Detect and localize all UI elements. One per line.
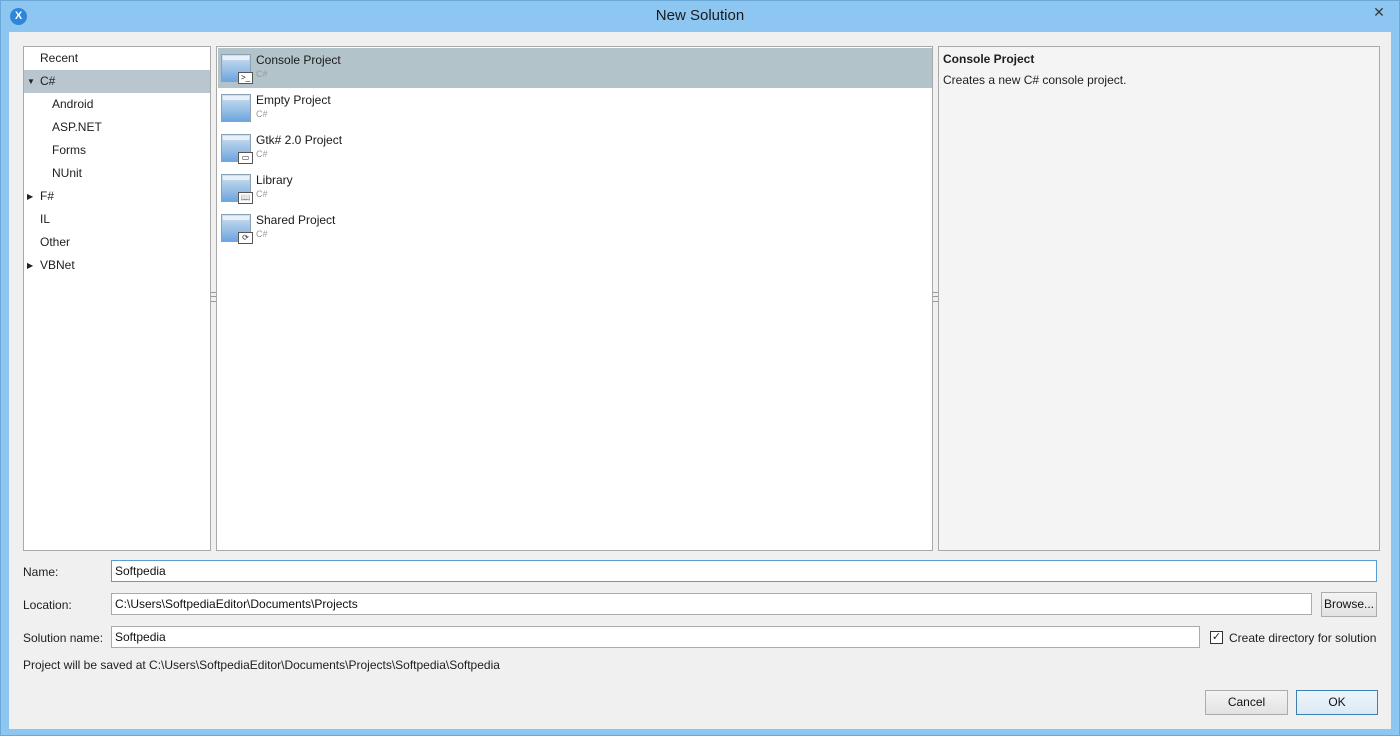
template-item[interactable]: Empty Project C# <box>218 88 932 128</box>
new-solution-window: X New Solution ✕ Recent ▼ C# Android ASP.NET… <box>0 0 1400 736</box>
location-field[interactable] <box>111 593 1312 615</box>
title-bar[interactable]: X New Solution ✕ <box>1 1 1399 32</box>
category-label: Recent <box>40 51 79 65</box>
category-label: VBNet <box>40 258 75 272</box>
collapsed-arrow-icon[interactable]: ▶ <box>27 185 37 208</box>
template-item[interactable]: ⟳ Shared Project C# <box>218 208 932 248</box>
template-list: >_ Console Project C# Empty Project C# ▭ Gtk# … <box>216 46 933 551</box>
solution-name-field[interactable] <box>111 626 1200 648</box>
category-label: F# <box>40 189 55 203</box>
description-title: Console Project <box>943 52 1035 66</box>
template-badge-icon: 📖 <box>238 192 253 204</box>
category-label: NUnit <box>52 166 83 180</box>
category-item-recent[interactable]: Recent <box>24 47 210 70</box>
category-label: ASP.NET <box>52 120 102 134</box>
category-label: Android <box>52 97 94 111</box>
create-directory-label: Create directory for solution <box>1229 631 1377 645</box>
gtk-project-icon: ▭ <box>221 134 253 164</box>
category-item-vbnet[interactable]: ▶ VBNet <box>24 254 210 277</box>
category-item-other[interactable]: Other <box>24 231 210 254</box>
description-text: Creates a new C# console project. <box>943 73 1127 87</box>
shared-project-icon: ⟳ <box>221 214 253 244</box>
cancel-button[interactable]: Cancel <box>1205 690 1288 715</box>
template-name: Library <box>256 173 293 187</box>
category-tree: Recent ▼ C# Android ASP.NET Forms NUnit ▶ F# IL Ot… <box>23 46 211 551</box>
template-language: C# <box>256 229 268 239</box>
close-button[interactable]: ✕ <box>1363 2 1395 22</box>
category-item-c[interactable]: ▼ C# <box>24 70 210 93</box>
category-item-forms[interactable]: Forms <box>24 139 210 162</box>
expanded-arrow-icon[interactable]: ▼ <box>27 70 37 93</box>
template-description-panel: Console Project Creates a new C# console… <box>938 46 1380 551</box>
template-name: Console Project <box>256 53 341 67</box>
name-field[interactable] <box>111 560 1377 582</box>
category-item-f[interactable]: ▶ F# <box>24 185 210 208</box>
browse-button[interactable]: Browse... <box>1321 592 1377 617</box>
template-item[interactable]: ▭ Gtk# 2.0 Project C# <box>218 128 932 168</box>
category-item-il[interactable]: IL <box>24 208 210 231</box>
template-badge-icon: ▭ <box>238 152 253 164</box>
console-project-icon: >_ <box>221 54 253 84</box>
ok-button[interactable]: OK <box>1296 690 1378 715</box>
template-language: C# <box>256 149 268 159</box>
template-language: C# <box>256 189 268 199</box>
empty-project-icon <box>221 94 251 122</box>
category-item-asp-net[interactable]: ASP.NET <box>24 116 210 139</box>
window-title: New Solution <box>655 7 745 24</box>
name-label: Name: <box>23 565 59 579</box>
category-label: Other <box>40 235 71 249</box>
category-item-android[interactable]: Android <box>24 93 210 116</box>
category-label: IL <box>40 212 51 226</box>
template-badge-icon: >_ <box>238 72 253 84</box>
category-label: Forms <box>52 143 86 157</box>
template-badge-icon: ⟳ <box>238 232 253 244</box>
collapsed-arrow-icon[interactable]: ▶ <box>27 254 37 277</box>
template-item[interactable]: 📖 Library C# <box>218 168 932 208</box>
save-location-note: Project will be saved at C:\Users\Softpe… <box>23 658 500 672</box>
template-item[interactable]: >_ Console Project C# <box>218 48 932 88</box>
library-project-icon: 📖 <box>221 174 253 204</box>
create-directory-checkbox[interactable]: ✓ <box>1210 631 1223 644</box>
category-label: C# <box>40 74 56 88</box>
location-label: Location: <box>23 598 72 612</box>
template-name: Shared Project <box>256 213 336 227</box>
category-item-nunit[interactable]: NUnit <box>24 162 210 185</box>
dialog-client-area: Recent ▼ C# Android ASP.NET Forms NUnit ▶ F# IL Ot… <box>9 32 1391 729</box>
template-language: C# <box>256 109 268 119</box>
template-name: Empty Project <box>256 93 331 107</box>
template-name: Gtk# 2.0 Project <box>256 133 343 147</box>
template-language: C# <box>256 69 268 79</box>
solution-name-label: Solution name: <box>23 631 104 645</box>
